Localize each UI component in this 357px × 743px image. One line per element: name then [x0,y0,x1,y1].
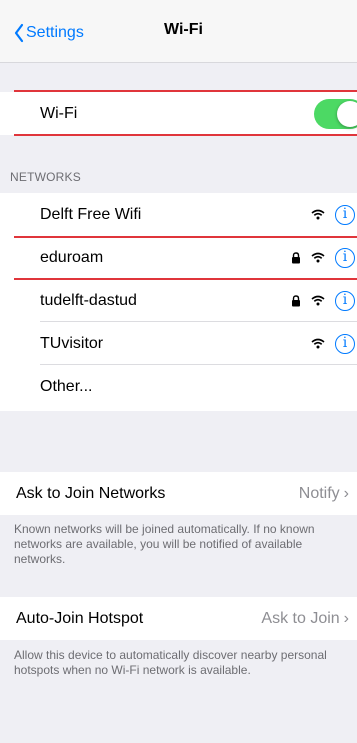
auto-join-hotspot-value: Ask to Join › [261,597,349,640]
network-row-delft-free-wifi[interactable]: Delft Free Wifi i [0,193,357,236]
network-list: Delft Free Wifi i eduroam i tudelft-dast… [0,193,357,411]
chevron-right-icon: › [343,610,349,627]
page-title: Wi-Fi [164,21,203,38]
info-icon[interactable]: i [335,204,355,225]
ask-to-join-row[interactable]: Ask to Join Networks Notify › [0,472,357,515]
wifi-settings-screen: Settings Wi-Fi Wi-Fi NETWORKS Delft Free… [0,0,357,743]
wifi-icon [311,338,325,349]
lock-icon [292,251,300,263]
lock-icon [292,294,300,306]
auto-join-hotspot-row[interactable]: Auto-Join Hotspot Ask to Join › [0,597,357,640]
ask-to-join-value-text: Notify [298,485,340,502]
other-network-row[interactable]: Other... [0,365,357,408]
auto-join-hotspot-footnote: Allow this device to automatically disco… [14,648,327,677]
auto-join-hotspot-value-text: Ask to Join [261,610,340,627]
info-icon[interactable]: i [335,290,355,311]
networks-section-header: NETWORKS [10,170,81,184]
network-name: Delft Free Wifi [40,206,142,223]
chevron-right-icon: › [343,485,349,502]
toggle-knob [337,101,357,127]
info-icon[interactable]: i [335,333,355,354]
wifi-icon [311,295,325,306]
auto-join-hotspot-label: Auto-Join Hotspot [16,610,144,627]
wifi-toggle-row: Wi-Fi [0,92,357,135]
ask-to-join-value: Notify › [299,472,349,515]
wifi-icon [311,252,325,263]
network-status-icons: i [291,279,355,322]
network-status-icons: i [311,322,355,365]
network-name: tudelft-dastud [40,292,137,309]
network-name: TUvisitor [40,335,104,352]
network-row-tuvisitor[interactable]: TUvisitor i [0,322,357,365]
network-row-tudelft-dastud[interactable]: tudelft-dastud i [0,279,357,322]
ask-to-join-footnote: Known networks will be joined automatica… [14,522,315,566]
network-name: eduroam [40,249,104,266]
wifi-toggle-label: Wi-Fi [40,105,78,122]
navigation-bar: Settings Wi-Fi [0,0,357,63]
network-row-eduroam[interactable]: eduroam i [0,236,357,280]
wifi-toggle-group: Wi-Fi [0,92,357,135]
wifi-icon [311,209,325,220]
info-icon[interactable]: i [335,247,355,268]
wifi-toggle-switch[interactable] [314,99,357,129]
highlight-line [14,134,357,136]
network-status-icons: i [311,193,355,236]
ask-to-join-label: Ask to Join Networks [16,485,166,502]
network-status-icons: i [291,236,355,279]
other-network-label: Other... [40,378,93,395]
